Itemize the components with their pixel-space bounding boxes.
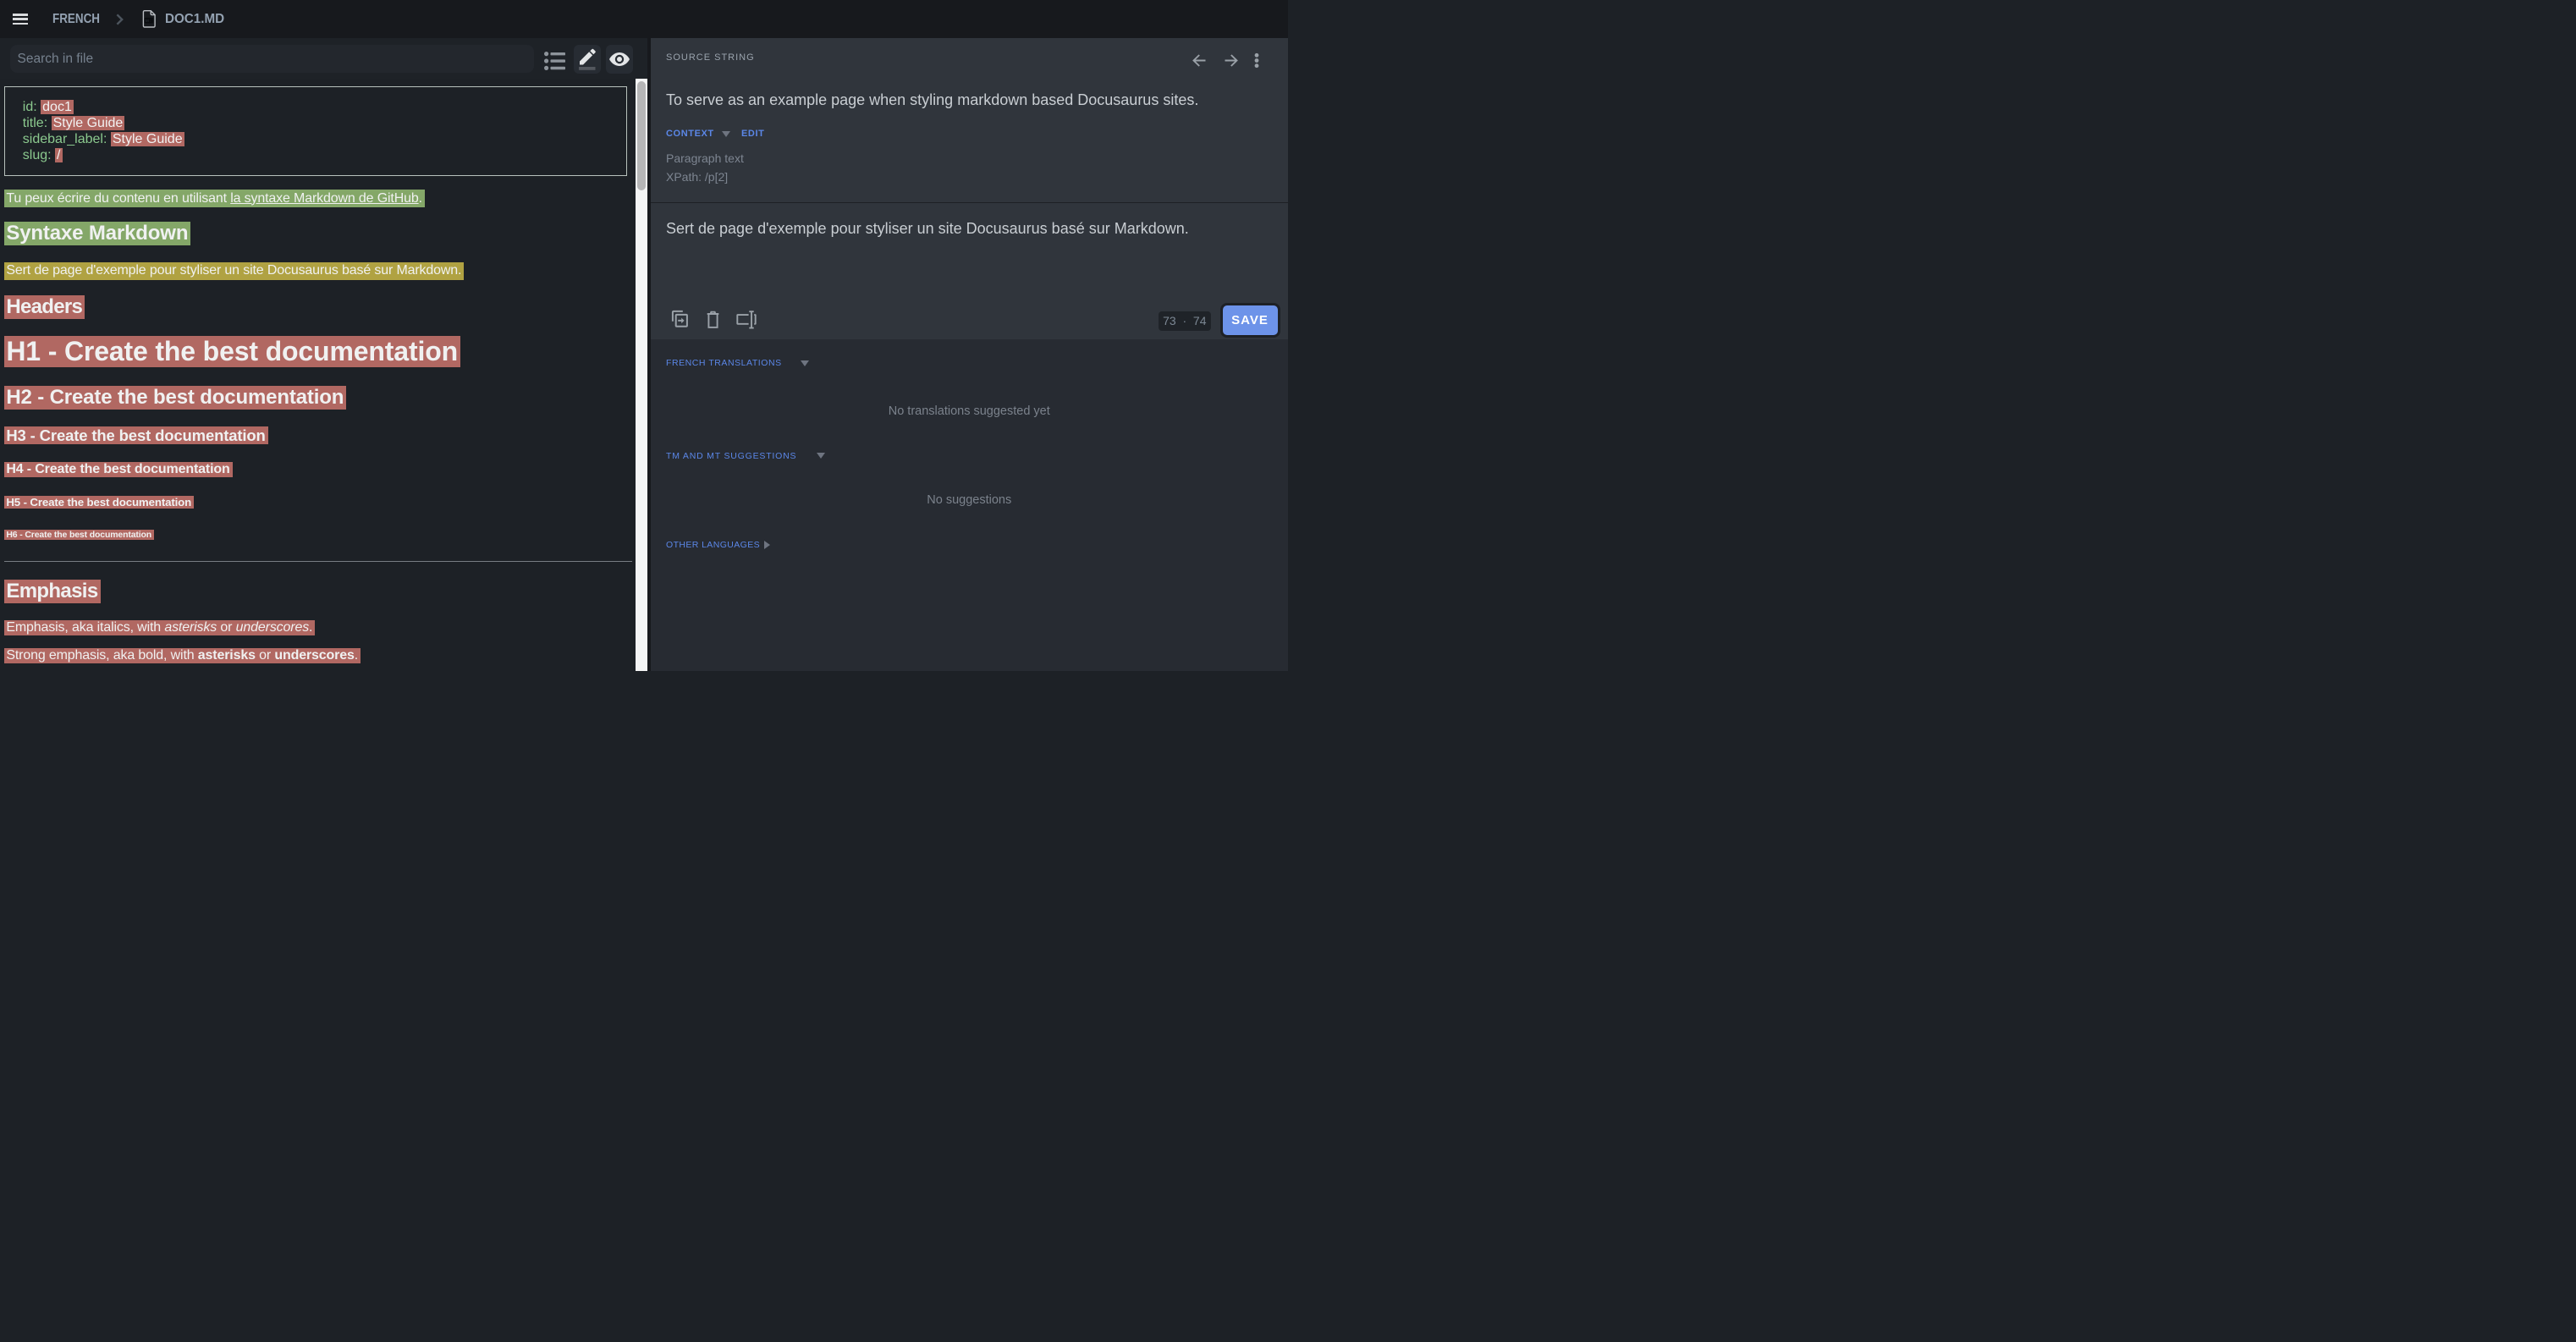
svg-text:↓: ↓	[150, 19, 151, 24]
svg-text:M: M	[146, 19, 149, 24]
